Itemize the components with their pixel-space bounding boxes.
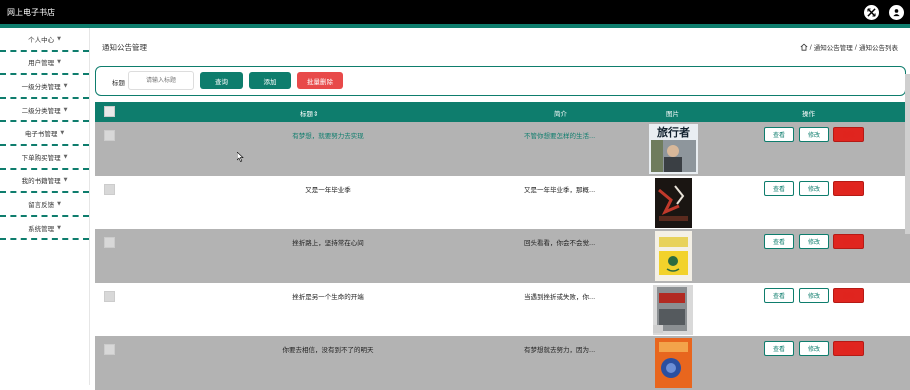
edit-button[interactable]: 修改 <box>799 341 829 356</box>
row-brief: 有梦想就去努力，因为... <box>524 346 596 354</box>
caret-down-icon: ▼ <box>63 177 68 184</box>
sidebar-item-feedback[interactable]: 留言反馈 ▼ <box>0 193 89 217</box>
row-title: 挫折是另一个生命的开端 <box>292 292 364 301</box>
delete-button[interactable]: 删除 <box>833 234 864 249</box>
breadcrumb-item: 通知公告列表 <box>859 44 898 52</box>
sidebar: 个人中心 ▼ 用户管理 ▼ 一级分类管理 ▼ 二级分类管理 ▼ 电子书管理 ▼ 下单购买管… <box>0 28 90 385</box>
sidebar-item-label: 一级分类管理 <box>21 82 61 91</box>
edit-button[interactable]: 修改 <box>799 127 829 142</box>
view-button[interactable]: 查看 <box>764 234 794 249</box>
row-checkbox[interactable] <box>104 344 115 355</box>
view-button[interactable]: 查看 <box>764 341 794 356</box>
row-title: 你要去相信，没有到不了的明天 <box>282 346 374 354</box>
row-checkbox[interactable] <box>104 130 115 141</box>
breadcrumb: / 通知公告管理 / 通知公告列表 <box>800 42 898 52</box>
row-brief: 不管你想要怎样的生活... <box>524 132 596 140</box>
caret-down-icon: ▼ <box>57 59 61 66</box>
row-title: 有梦想，就要努力去实现 <box>292 132 364 140</box>
caret-down-icon: ▼ <box>63 82 68 89</box>
delete-button[interactable]: 删除 <box>833 287 864 303</box>
row-checkbox[interactable] <box>104 237 115 248</box>
book-cover-image <box>649 231 698 281</box>
sidebar-item-label: 下单购买管理 <box>21 153 61 162</box>
sidebar-item-system[interactable]: 系统管理 ▼ <box>0 217 89 241</box>
caret-down-icon: ▼ <box>57 35 61 42</box>
user-icon[interactable] <box>889 5 904 20</box>
sidebar-item-my-books[interactable]: 我的书籍管理 ▼ <box>0 170 89 194</box>
home-icon[interactable] <box>800 43 808 51</box>
view-button[interactable]: 查看 <box>764 180 794 196</box>
row-title: 又是一年毕业季 <box>305 185 351 194</box>
search-label: 标题 <box>112 79 125 87</box>
row-checkbox[interactable] <box>104 183 115 195</box>
page-scrollbar[interactable] <box>905 74 910 234</box>
table-row: 有梦想，就要努力去实现 不管你想要怎样的生活... 旅行者 查看 修改 删除 <box>95 122 910 176</box>
caret-down-icon: ▼ <box>63 106 68 113</box>
app-title: 网上电子书店 <box>7 8 55 17</box>
sidebar-item-label: 我的书籍管理 <box>21 177 61 186</box>
view-button[interactable]: 查看 <box>764 127 794 142</box>
top-bar: 网上电子书店 <box>0 0 910 28</box>
book-cover-image <box>649 284 698 335</box>
edit-button[interactable]: 修改 <box>799 287 829 303</box>
main-content: 通知公告管理 / 通知公告管理 / 通知公告列表 标题 查询 添加 批量删除 标… <box>91 28 910 390</box>
svg-text:旅行者: 旅行者 <box>657 125 690 139</box>
book-cover-image <box>649 177 698 228</box>
page-title: 通知公告管理 <box>102 43 147 52</box>
sidebar-item-label: 用户管理 <box>28 59 55 68</box>
table-row: 又是一年毕业季 又是一年毕业季，那概... 查看 修改 删除 <box>95 175 910 229</box>
table-row: 挫折是另一个生命的开端 当遇到挫折或失败，你... 查看 修改 删除 <box>95 282 910 336</box>
breadcrumb-item[interactable]: 通知公告管理 <box>814 42 853 52</box>
table-row: 你要去相信，没有到不了的明天 有梦想就去努力，因为... 查看 修改 删除 <box>95 336 910 390</box>
book-cover-image: 旅行者 <box>649 124 698 174</box>
edit-button[interactable]: 修改 <box>799 234 829 249</box>
table-row: 挫折路上，坚持常在心间 回头看看，你会不会觉... 查看 修改 删除 <box>95 229 910 283</box>
query-button[interactable]: 查询 <box>200 72 243 89</box>
sidebar-item-users[interactable]: 用户管理 ▼ <box>0 52 89 76</box>
sidebar-item-label: 二级分类管理 <box>21 106 61 115</box>
row-checkbox[interactable] <box>104 290 115 302</box>
notice-table: 标题⇕ 简介 图片 操作 有梦想，就要努力去实现 不管你想要怎样的生活... 旅… <box>95 102 910 390</box>
caret-down-icon: ▼ <box>63 153 68 160</box>
column-header-brief: 简介 <box>554 110 567 118</box>
caret-down-icon: ▼ <box>60 130 65 137</box>
sidebar-item-category1[interactable]: 一级分类管理 ▼ <box>0 75 89 99</box>
row-brief: 回头看看，你会不会觉... <box>524 239 596 247</box>
caret-down-icon: ▼ <box>57 200 61 207</box>
sidebar-item-category2[interactable]: 二级分类管理 ▼ <box>0 99 89 123</box>
row-brief: 当遇到挫折或失败，你... <box>524 292 596 301</box>
sidebar-item-label: 系统管理 <box>28 224 55 233</box>
sidebar-item-label: 个人中心 <box>28 35 55 44</box>
delete-button[interactable]: 删除 <box>833 127 864 142</box>
batch-delete-button[interactable]: 批量删除 <box>297 72 343 89</box>
fullscreen-icon[interactable] <box>864 5 879 20</box>
sidebar-item-label: 留言反馈 <box>28 200 55 209</box>
view-button[interactable]: 查看 <box>764 287 794 303</box>
delete-button[interactable]: 删除 <box>833 180 864 196</box>
caret-down-icon: ▼ <box>57 224 61 231</box>
search-form: 标题 查询 添加 批量删除 <box>95 66 906 96</box>
title-search-input[interactable] <box>128 71 194 90</box>
delete-button[interactable]: 删除 <box>833 341 864 356</box>
edit-button[interactable]: 修改 <box>799 180 829 196</box>
column-header-title[interactable]: 标题⇕ <box>300 108 318 118</box>
add-button[interactable]: 添加 <box>249 72 291 89</box>
book-cover-image <box>649 338 698 388</box>
mouse-pointer-icon <box>237 152 244 162</box>
sidebar-item-personal-center[interactable]: 个人中心 ▼ <box>0 28 89 52</box>
row-brief: 又是一年毕业季，那概... <box>524 185 596 194</box>
table-header: 标题⇕ 简介 图片 操作 <box>95 102 910 122</box>
select-all-checkbox[interactable] <box>104 106 115 117</box>
row-title: 挫折路上，坚持常在心间 <box>292 239 364 247</box>
page-header: 通知公告管理 / 通知公告管理 / 通知公告列表 <box>91 28 910 64</box>
sidebar-item-ebooks[interactable]: 电子书管理 ▼ <box>0 122 89 146</box>
column-header-actions: 操作 <box>802 110 815 118</box>
column-header-image: 图片 <box>666 110 679 118</box>
sidebar-item-label: 电子书管理 <box>24 130 58 139</box>
sidebar-item-orders[interactable]: 下单购买管理 ▼ <box>0 146 89 170</box>
